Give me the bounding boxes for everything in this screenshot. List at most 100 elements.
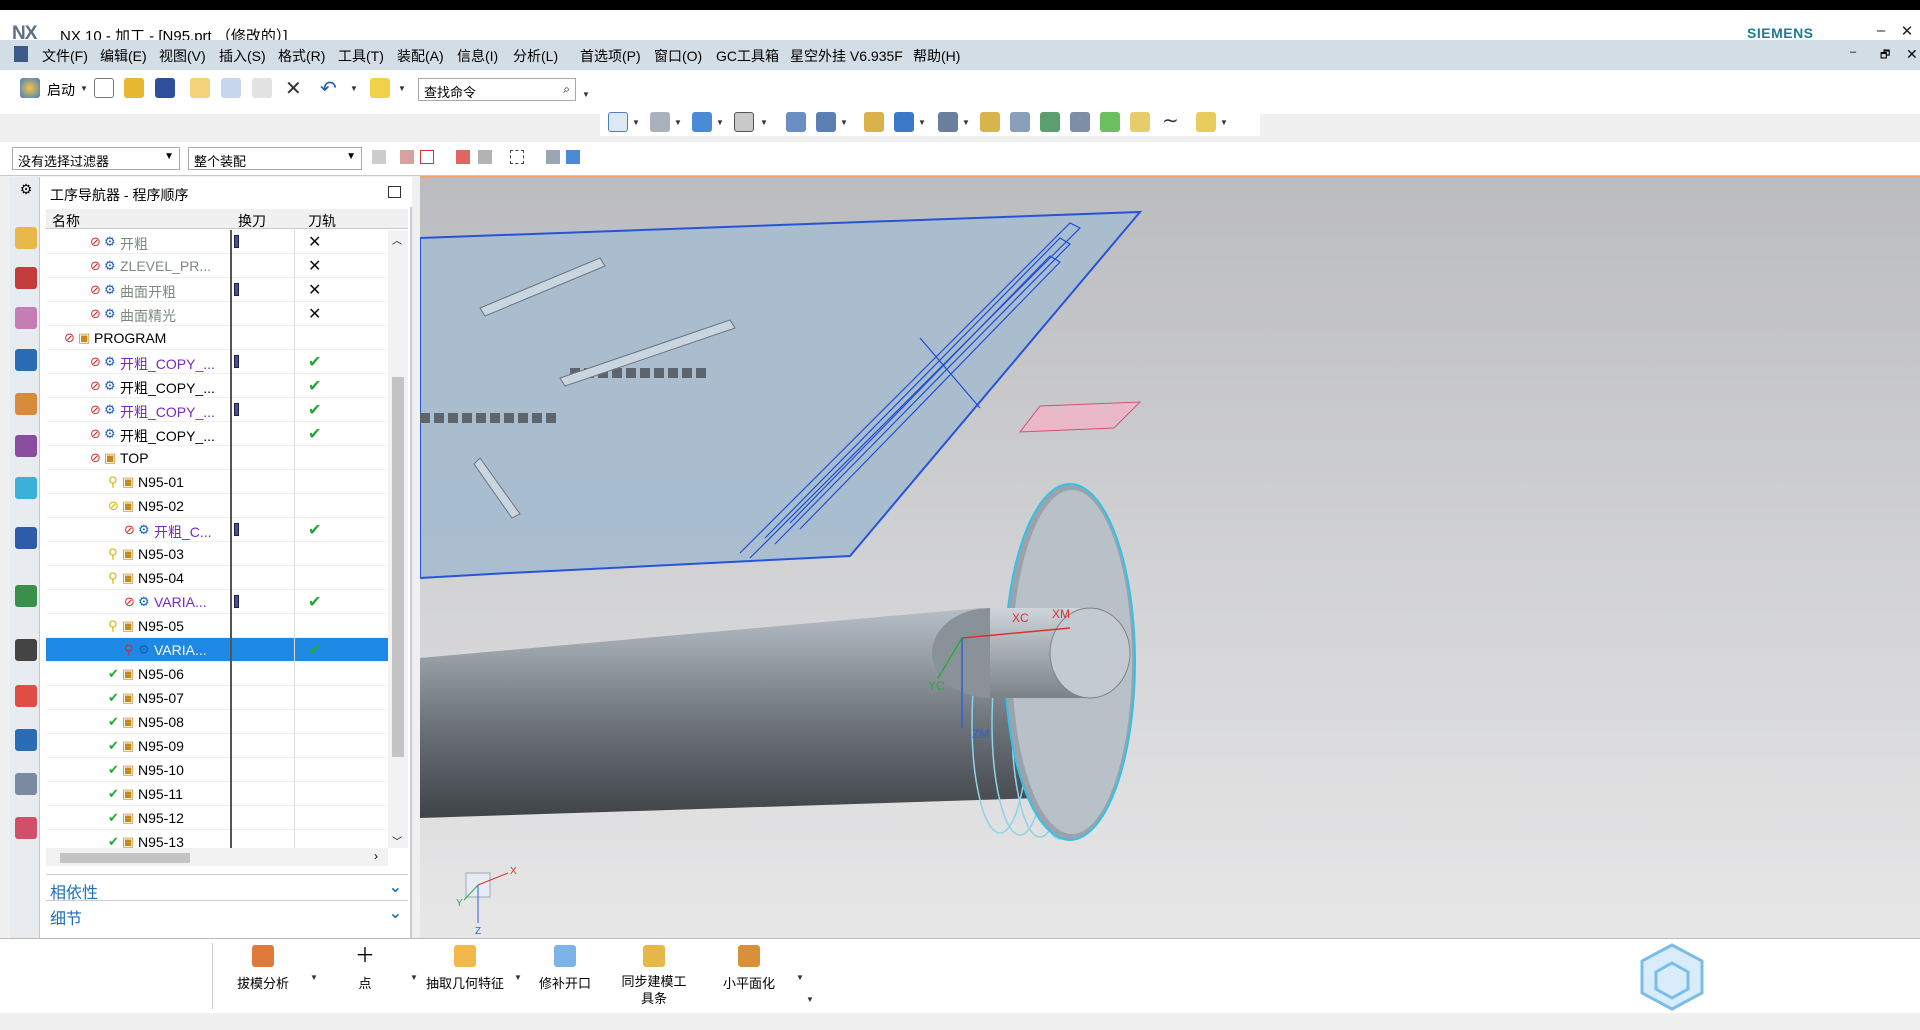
sync-icon[interactable] xyxy=(1100,112,1120,132)
fit-view-icon[interactable] xyxy=(608,112,628,132)
operation-row[interactable]: ⊘ ⚙ ZLEVEL_PR... ✕ xyxy=(46,254,388,278)
scroll-up-icon[interactable]: ︿ xyxy=(392,232,402,247)
operation-row[interactable]: ⊘ ▣ N95-02 xyxy=(46,494,388,518)
menu-analysis[interactable]: 分析(L) xyxy=(513,46,558,66)
curve-icon[interactable]: ∼ xyxy=(1162,108,1179,133)
operation-row[interactable]: ✔ ▣ N95-07 xyxy=(46,686,388,710)
command-search-input[interactable]: 查找命令 ⌕ xyxy=(418,78,576,101)
paste-icon[interactable] xyxy=(252,78,272,98)
tool-library-icon[interactable] xyxy=(15,435,37,457)
operation-row[interactable]: ⚲ ▣ N95-01 xyxy=(46,470,388,494)
measure-icon[interactable] xyxy=(938,112,958,132)
part-navigator-icon[interactable] xyxy=(15,307,37,329)
cut-icon[interactable] xyxy=(190,78,210,98)
solid-select-icon[interactable] xyxy=(546,150,560,164)
horizontal-scroll-thumb[interactable] xyxy=(60,853,190,863)
box-select-icon[interactable] xyxy=(510,150,524,164)
doc-close-button[interactable]: ✕ xyxy=(1906,46,1918,63)
render-style-icon[interactable] xyxy=(692,112,712,132)
app-menu-icon[interactable] xyxy=(14,46,28,62)
grid-snap-icon[interactable] xyxy=(478,150,492,164)
details-panel[interactable]: 细节 ⌄ xyxy=(46,900,408,928)
menu-preferences[interactable]: 首选项(P) xyxy=(580,46,641,66)
history-icon[interactable] xyxy=(15,639,37,661)
column-toolpath[interactable]: 刀轨 xyxy=(308,211,336,231)
constraint-navigator-icon[interactable] xyxy=(15,267,37,289)
copy-icon[interactable] xyxy=(221,78,241,98)
select-icon[interactable] xyxy=(894,112,914,132)
menu-edit[interactable]: 编辑(E) xyxy=(100,46,147,66)
layer-icon[interactable] xyxy=(1010,112,1030,132)
operation-row[interactable]: ⊘ ⚙ 开粗_C... ✔ xyxy=(46,518,388,542)
dependencies-panel[interactable]: 相依性 ⌄ xyxy=(46,874,408,902)
menu-tools[interactable]: 工具(T) xyxy=(338,46,384,66)
point-snap-icon[interactable] xyxy=(456,150,470,164)
hd3d-tools-icon[interactable] xyxy=(15,527,37,549)
snap-point-icon[interactable] xyxy=(864,112,884,132)
operation-row[interactable]: ✔ ▣ N95-08 xyxy=(46,710,388,734)
roles-icon[interactable] xyxy=(15,817,37,839)
operation-row[interactable]: ⊘ ▣ TOP xyxy=(46,446,388,470)
show-hide-icon[interactable] xyxy=(1040,112,1060,132)
operation-row[interactable]: ⊘ ⚙ 开粗_COPY_... ✔ xyxy=(46,398,388,422)
menu-window[interactable]: 窗口(O) xyxy=(654,46,702,66)
body-select-icon[interactable] xyxy=(566,150,580,164)
paste-feature-icon[interactable] xyxy=(1130,112,1150,132)
minimize-button[interactable]: – xyxy=(1868,22,1894,39)
operation-row[interactable]: ⊘ ⚙ 曲面开粗 ✕ xyxy=(46,278,388,302)
vertical-scroll-thumb[interactable] xyxy=(392,377,404,757)
operation-row[interactable]: ⊘ ⚙ 开粗_COPY_... ✔ xyxy=(46,422,388,446)
filter-reset-icon[interactable] xyxy=(372,150,386,164)
graphics-viewport[interactable]: XC XM YC ZM X Y Z xyxy=(420,176,1920,938)
start-icon[interactable] xyxy=(20,78,40,98)
settings-icon[interactable]: ⚙ xyxy=(15,181,37,203)
scope-select[interactable]: 整个装配 ▼ xyxy=(188,147,362,170)
repeat-command-icon[interactable] xyxy=(370,78,390,98)
operation-row[interactable]: ⚲ ▣ N95-05 xyxy=(46,614,388,638)
operation-row[interactable]: ✔ ▣ N95-12 xyxy=(46,806,388,830)
ruler-icon[interactable] xyxy=(980,112,1000,132)
background-icon[interactable] xyxy=(734,112,754,132)
search-icon[interactable]: ⌕ xyxy=(563,82,570,97)
operation-row[interactable]: ✔ ▣ N95-11 xyxy=(46,782,388,806)
operation-row[interactable]: ⊘ ⚙ 开粗_COPY_... ✔ xyxy=(46,350,388,374)
operation-row[interactable]: ⊘ ▣ PROGRAM xyxy=(46,326,388,350)
process-studio-icon[interactable] xyxy=(15,729,37,751)
close-button[interactable]: ✕ xyxy=(1894,22,1920,40)
doc-minimize-button[interactable]: – xyxy=(1850,46,1856,58)
operation-row[interactable]: ⚲ ⚙ VARIA... ✔ xyxy=(46,638,388,662)
operation-row[interactable]: ✔ ▣ N95-13 xyxy=(46,830,388,848)
point-button[interactable]: ＋ 点 xyxy=(340,945,390,992)
operation-row[interactable]: ⚲ ▣ N95-03 xyxy=(46,542,388,566)
menu-assembly[interactable]: 装配(A) xyxy=(397,46,444,66)
maximize-pane-icon[interactable] xyxy=(388,186,401,198)
menu-insert[interactable]: 插入(S) xyxy=(219,46,266,66)
reuse-library-icon[interactable] xyxy=(15,477,37,499)
operation-row[interactable]: ⊘ ⚙ 开粗_COPY_... ✔ xyxy=(46,374,388,398)
facet-button[interactable]: 小平面化 xyxy=(710,945,788,992)
open-icon[interactable] xyxy=(124,78,144,98)
clip-icon[interactable] xyxy=(816,112,836,132)
operation-navigator-icon[interactable] xyxy=(15,349,37,371)
menu-help[interactable]: 帮助(H) xyxy=(913,46,960,66)
menu-xingkong[interactable]: 星空外挂 V6.935F xyxy=(790,46,903,66)
operation-row[interactable]: ⚲ ▣ N95-04 xyxy=(46,566,388,590)
machine-navigator-icon[interactable] xyxy=(15,393,37,415)
menu-gc-toolbox[interactable]: GC工具箱 xyxy=(716,46,779,66)
scroll-right-icon[interactable]: › xyxy=(374,849,378,863)
save-icon[interactable] xyxy=(155,78,175,98)
doc-restore-button[interactable]: 🗗 xyxy=(1880,46,1890,65)
orient-view-icon[interactable] xyxy=(650,112,670,132)
system-materials-icon[interactable] xyxy=(15,685,37,707)
menu-info[interactable]: 信息(I) xyxy=(457,46,498,66)
operation-row[interactable]: ✔ ▣ N95-09 xyxy=(46,734,388,758)
delete-icon[interactable]: ✕ xyxy=(285,76,302,101)
extract-geometry-button[interactable]: 抽取几何特征 xyxy=(420,945,510,992)
operation-row[interactable]: ⊘ ⚙ 开粗 ✕ xyxy=(46,230,388,254)
highlight-icon[interactable] xyxy=(1196,112,1216,132)
menu-format[interactable]: 格式(R) xyxy=(278,46,325,66)
new-icon[interactable] xyxy=(94,78,114,98)
type-filter-select[interactable]: 没有选择过滤器 ▼ xyxy=(12,147,180,170)
operation-row[interactable]: ✔ ▣ N95-06 xyxy=(46,662,388,686)
column-tool-change[interactable]: 换刀 xyxy=(238,211,266,231)
